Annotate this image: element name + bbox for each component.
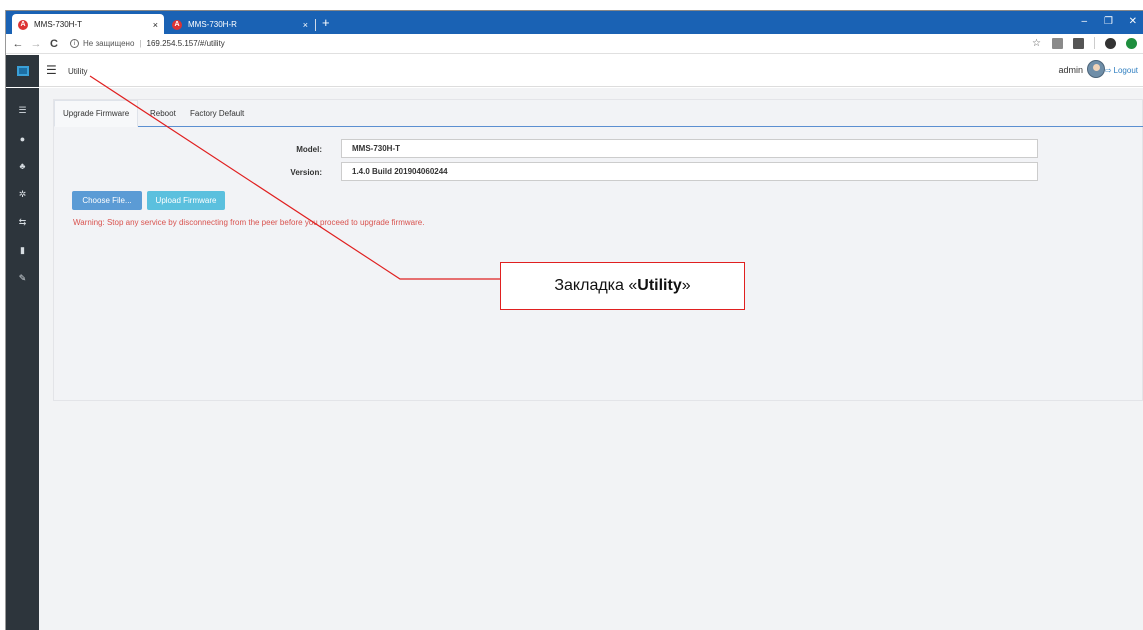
callout-prefix: Закладка « — [554, 277, 638, 294]
annotation-line — [89, 75, 500, 280]
callout-suffix: » — [681, 277, 691, 294]
annotation-lines — [89, 75, 500, 280]
annotation-callout: Закладка «Utility» — [500, 262, 745, 310]
callout-bold: Utility — [637, 277, 682, 294]
